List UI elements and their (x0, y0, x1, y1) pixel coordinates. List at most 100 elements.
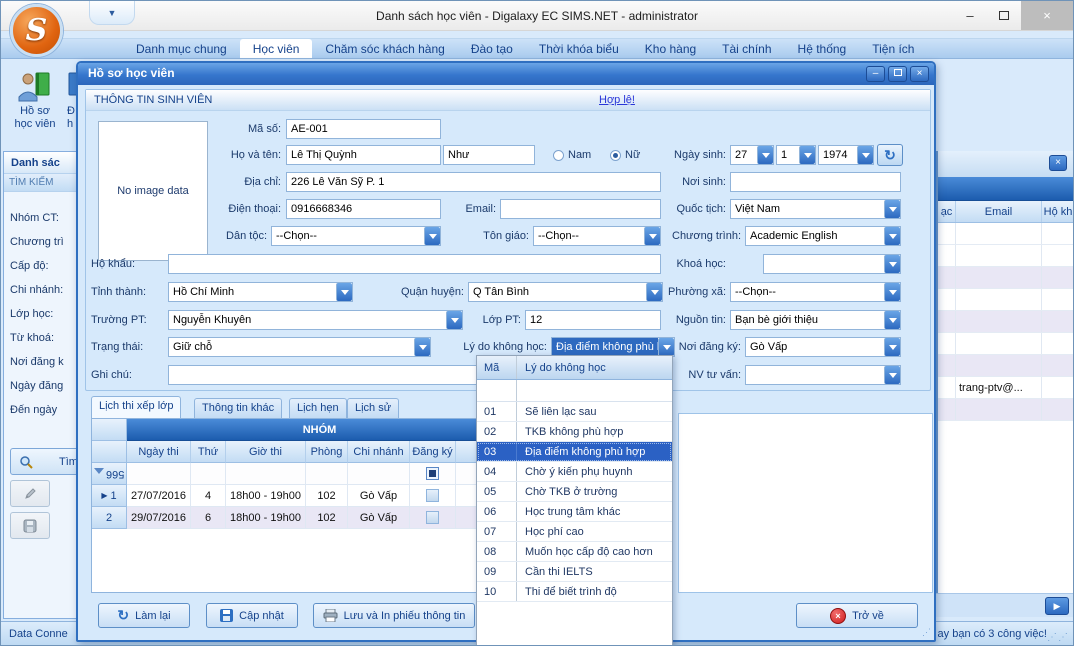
save-button[interactable] (10, 512, 50, 539)
list-row[interactable] (938, 333, 1074, 355)
col-chi-nhanh[interactable]: Chi nhánh (348, 441, 410, 463)
quoc-tich-select[interactable]: Việt Nam (730, 199, 901, 219)
cap-nhat-button[interactable]: Cập nhật (206, 603, 298, 628)
chevron-down-icon[interactable] (884, 283, 900, 301)
menu-item-kho-hang[interactable]: Kho hàng (632, 39, 709, 58)
menu-item-cham-soc-khach-hang[interactable]: Chăm sóc khách hàng (312, 39, 457, 58)
refresh-icon[interactable]: ↻ (877, 144, 903, 166)
ho-ten-input[interactable]: Lê Thị Quỳnh (286, 145, 441, 165)
list-filter-row[interactable] (938, 223, 1074, 245)
grid-filter-row[interactable]: 566 (92, 463, 481, 485)
menu-item-dao-tao[interactable]: Đào tạo (458, 39, 526, 58)
dropdown-item-03-selected[interactable]: 03 Địa điểm không phù hợp (477, 442, 672, 462)
radio-nam[interactable]: Nam (553, 145, 591, 165)
luu-in-button[interactable]: Lưu và In phiếu thông tin (313, 603, 475, 628)
exam-row[interactable]: 2 29/07/2016 6 18h00 - 19h00 102 Gò Vấp (92, 507, 481, 529)
dropdown-blank-row[interactable] (477, 380, 672, 402)
dan-toc-select[interactable]: --Chọn-- (271, 226, 441, 246)
column-header-email[interactable]: Email (956, 201, 1042, 222)
chevron-down-icon[interactable] (884, 366, 900, 384)
quan-huyen-select[interactable]: Q Tân Bình (468, 282, 663, 302)
list-row[interactable] (938, 399, 1074, 421)
col-dang-ky[interactable]: Đăng ký (410, 441, 456, 463)
tinh-thanh-select[interactable]: Hồ Chí Minh (168, 282, 353, 302)
chevron-down-icon[interactable] (884, 311, 900, 329)
tab-thong-tin-khac[interactable]: Thông tin khác (194, 398, 282, 418)
noi-dang-ky-select[interactable]: Gò Vấp (745, 337, 901, 357)
dialog-minimize-icon[interactable]: – (866, 66, 885, 82)
dropdown-item-01[interactable]: 01 Sẽ liên lạc sau (477, 402, 672, 422)
dropdown-item-08[interactable]: 08 Muốn học cấp độ cao hơn (477, 542, 672, 562)
exam-row[interactable]: ▶ 1 27/07/2016 4 18h00 - 19h00 102 Gò Vấ… (92, 485, 481, 507)
dropdown-col-ma[interactable]: Mã (477, 356, 517, 379)
list-row[interactable] (938, 311, 1074, 333)
phuong-xa-select[interactable]: --Chọn-- (730, 282, 901, 302)
dropdown-item-09[interactable]: 09 Cần thi IELTS (477, 562, 672, 582)
ma-so-input[interactable]: AE-001 (286, 119, 441, 139)
chevron-down-icon[interactable] (884, 338, 900, 356)
dien-thoai-input[interactable]: 0916668346 (286, 199, 441, 219)
tab-lich-hen[interactable]: Lịch hẹn (289, 398, 347, 418)
birth-month-select[interactable]: 1 (776, 145, 816, 165)
close-icon[interactable]: × (1021, 1, 1073, 30)
filter-checkbox[interactable] (426, 467, 439, 480)
list-row[interactable] (938, 289, 1074, 311)
chuong-trinh-select[interactable]: Academic English (745, 226, 901, 246)
list-row[interactable] (938, 355, 1074, 377)
menu-item-hoc-vien[interactable]: Học viên (240, 39, 313, 58)
dropdown-item-05[interactable]: 05 Chờ TKB ở trường (477, 482, 672, 502)
email-input[interactable] (500, 199, 661, 219)
dropdown-col-ly-do[interactable]: Lý do không học (517, 356, 672, 379)
dialog-titlebar[interactable]: Hồ sơ học viên – × (78, 63, 934, 85)
chevron-down-icon[interactable] (884, 200, 900, 218)
chevron-down-icon[interactable] (884, 227, 900, 245)
edit-button[interactable] (10, 480, 50, 507)
nv-tu-van-select[interactable] (745, 365, 901, 385)
find-button[interactable]: Tìm (10, 448, 77, 475)
trang-thai-select[interactable]: Giữ chỗ (168, 337, 431, 357)
chevron-down-icon[interactable] (336, 283, 352, 301)
chevron-down-icon[interactable] (799, 146, 815, 164)
khoa-hoc-select[interactable] (763, 254, 901, 274)
radio-nu[interactable]: Nữ (610, 145, 640, 165)
valid-link[interactable]: Hợp lệ! (599, 94, 635, 106)
tab-lich-su[interactable]: Lịch sử (347, 398, 399, 418)
panel-close-icon[interactable]: × (1049, 155, 1067, 171)
list-row[interactable] (938, 267, 1074, 289)
menu-item-thoi-khoa-bieu[interactable]: Thời khóa biểu (526, 39, 632, 58)
menu-item-he-thong[interactable]: Hệ thống (785, 39, 860, 58)
birth-year-select[interactable]: 1974 (818, 145, 874, 165)
menu-item-tai-chinh[interactable]: Tài chính (709, 39, 784, 58)
dia-chi-input[interactable]: 226 Lê Văn Sỹ P. 1 (286, 172, 661, 192)
maximize-icon[interactable] (987, 1, 1021, 30)
dialog-resize-grip-icon[interactable]: ⋰ (922, 627, 931, 638)
sidebar-tab-danh-sach[interactable]: Danh sác (4, 152, 77, 174)
col-ngay-thi[interactable]: Ngày thi (127, 441, 191, 463)
ton-giao-select[interactable]: --Chọn-- (533, 226, 661, 246)
register-checkbox[interactable] (426, 489, 439, 502)
dropdown-item-02[interactable]: 02 TKB không phù hợp (477, 422, 672, 442)
list-row[interactable] (938, 245, 1074, 267)
resize-grip-icon[interactable]: ⋰⋰ (1047, 632, 1069, 643)
dialog-close-icon[interactable]: × (910, 66, 929, 82)
col-thu[interactable]: Thứ (191, 441, 226, 463)
ho-khau-input[interactable] (168, 254, 661, 274)
dropdown-item-10[interactable]: 10 Thi để biết trình độ (477, 582, 672, 602)
app-logo[interactable]: S (10, 4, 63, 57)
menu-item-danh-muc-chung[interactable]: Danh mục chung (123, 39, 240, 58)
dialog-maximize-icon[interactable] (888, 66, 907, 82)
col-gio-thi[interactable]: Giờ thi (226, 441, 306, 463)
dropdown-item-04[interactable]: 04 Chờ ý kiến phụ huynh (477, 462, 672, 482)
truong-pt-select[interactable]: Nguyễn Khuyên (168, 310, 463, 330)
quick-access-chevron-icon[interactable]: ▼ (89, 1, 135, 25)
chevron-down-icon[interactable] (884, 255, 900, 273)
birth-day-select[interactable]: 27 (730, 145, 774, 165)
column-header-partial[interactable]: ạc (938, 201, 956, 222)
lop-pt-input[interactable]: 12 (525, 310, 661, 330)
dropdown-item-06[interactable]: 06 Học trung tâm khác (477, 502, 672, 522)
minimize-icon[interactable]: – (953, 1, 987, 30)
column-header-ho-khau[interactable]: Hộ kh (1042, 201, 1074, 222)
menu-item-tien-ich[interactable]: Tiện ích (859, 39, 927, 58)
list-row-email[interactable]: trang-ptv@... (938, 377, 1074, 399)
ten-input[interactable]: Như (443, 145, 535, 165)
